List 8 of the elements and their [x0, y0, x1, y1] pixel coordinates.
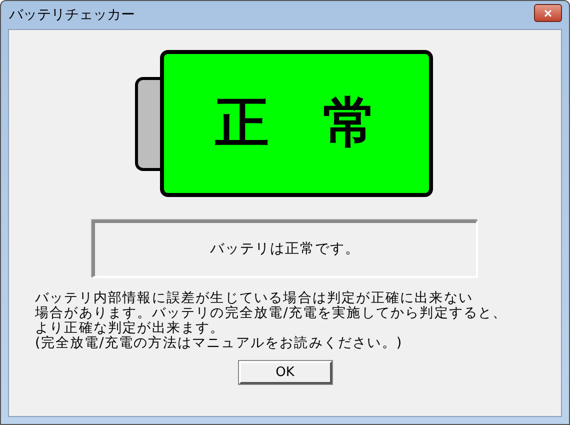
window-title: バッテリチェッカー — [8, 6, 135, 24]
note-line: 場合があります。バッテリの完全放電/充電を実施してから判定すると、 — [35, 306, 508, 321]
status-message: バッテリは正常です。 — [92, 220, 478, 278]
ok-button[interactable]: OK — [238, 361, 332, 384]
battery-status-graphic: 正 常 — [160, 50, 432, 197]
note-line: (完全放電/充電の方法はマニュアルをお読みください。) — [35, 336, 402, 351]
note-line: バッテリ内部情報に誤差が生じている場合は判定が正確に出来ない — [35, 291, 473, 306]
note-line: より正確な判定が出来ます。 — [35, 321, 225, 336]
